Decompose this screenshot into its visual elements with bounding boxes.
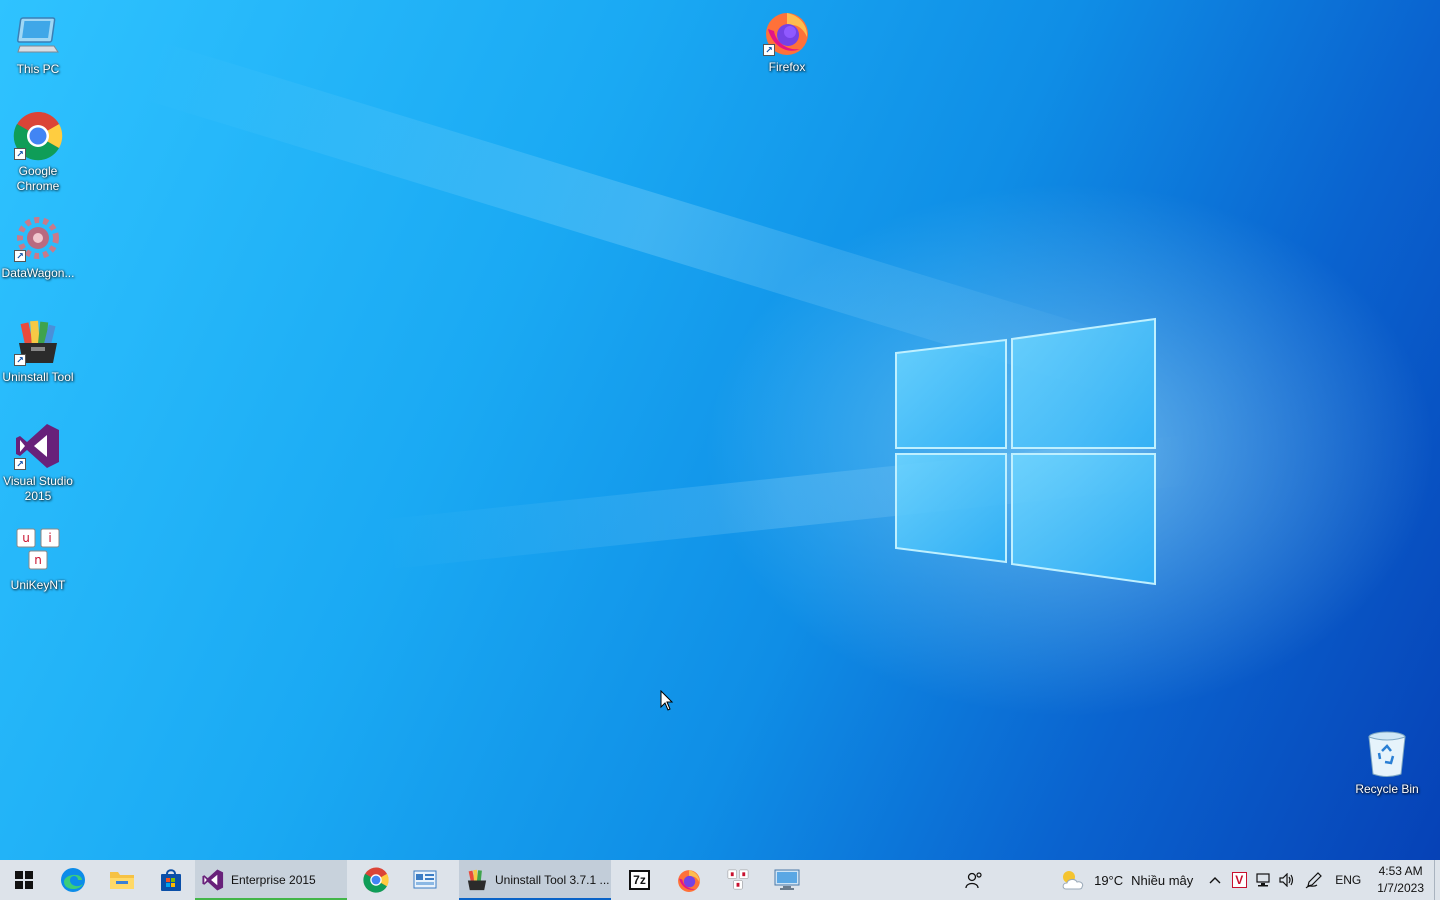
desktop-icon-unikeynt[interactable]: u i n UniKeyNT bbox=[0, 524, 76, 593]
chrome-icon: ↗ bbox=[12, 110, 64, 162]
desktop-icon-label: Recycle Bin bbox=[1355, 782, 1419, 796]
start-button[interactable] bbox=[0, 860, 48, 900]
desktop-icon-recycle-bin[interactable]: Recycle Bin bbox=[1349, 728, 1425, 797]
desktop-icon-label: DataWagon... bbox=[1, 266, 75, 280]
windows-start-icon bbox=[15, 871, 33, 889]
network-icon bbox=[1256, 873, 1270, 887]
shortcut-arrow-icon: ↗ bbox=[14, 354, 26, 366]
unikey-icon bbox=[727, 869, 748, 890]
taskbar-visual-studio-button[interactable]: Enterprise 2015 bbox=[195, 860, 347, 900]
unikey-letter: u bbox=[22, 531, 30, 545]
desktop-icon-visual-studio[interactable]: ↗ Visual Studio 2015 bbox=[0, 420, 76, 504]
control-panel-icon bbox=[413, 870, 436, 889]
unikey-tray-button[interactable]: V bbox=[1227, 860, 1251, 900]
taskbar-7zip-button[interactable]: 7z bbox=[615, 860, 664, 900]
taskbar-remote-desktop-button[interactable] bbox=[762, 860, 811, 900]
pen-workspace-button[interactable] bbox=[1299, 860, 1329, 900]
desktop-icon-label: Visual Studio 2015 bbox=[3, 474, 73, 503]
monitor-icon bbox=[774, 869, 799, 890]
gear-cluster-icon: ↗ bbox=[12, 212, 64, 264]
visual-studio-icon: ↗ bbox=[12, 420, 64, 472]
taskbar-uninstall-tool-button[interactable]: Uninstall Tool 3.7.1 ... bbox=[459, 860, 611, 900]
unikey-icon: u i n bbox=[12, 524, 64, 576]
taskbar-edge-button[interactable] bbox=[48, 860, 97, 900]
chrome-icon bbox=[362, 867, 389, 893]
show-desktop-button[interactable] bbox=[1434, 860, 1440, 900]
taskbar-file-explorer-button[interactable] bbox=[97, 860, 146, 900]
clock-button[interactable]: 4:53 AM 1/7/2023 bbox=[1367, 863, 1434, 897]
folder-icon bbox=[109, 872, 134, 889]
edge-icon bbox=[60, 868, 85, 892]
taskbar-chrome-button[interactable] bbox=[351, 860, 400, 900]
recycle-bin-icon bbox=[1361, 728, 1413, 780]
volume-button[interactable] bbox=[1275, 860, 1299, 900]
desktop-icon-google-chrome[interactable]: ↗ Google Chrome bbox=[0, 110, 76, 194]
clock-date: 1/7/2023 bbox=[1377, 881, 1424, 895]
desktop-icon-label: This PC bbox=[16, 62, 60, 76]
weather-temperature: 19°C bbox=[1094, 872, 1124, 888]
people-button[interactable] bbox=[950, 860, 998, 900]
shortcut-arrow-icon: ↗ bbox=[14, 458, 26, 470]
mouse-cursor-icon bbox=[660, 690, 674, 711]
input-language-button[interactable]: ENG bbox=[1329, 860, 1367, 900]
firefox-icon: ↗ bbox=[761, 6, 813, 58]
clock-time: 4:53 AM bbox=[1378, 864, 1423, 878]
visual-studio-icon bbox=[202, 869, 224, 891]
weather-description: Nhiều mây bbox=[1131, 872, 1194, 888]
firefox-icon bbox=[677, 870, 700, 892]
shortcut-arrow-icon: ↗ bbox=[763, 44, 775, 56]
taskbar-store-button[interactable] bbox=[146, 860, 195, 900]
shortcut-arrow-icon: ↗ bbox=[14, 250, 26, 262]
desktop-icon-label: Firefox bbox=[768, 60, 806, 74]
partly-cloudy-icon bbox=[1062, 871, 1084, 890]
desktop-icon-this-pc[interactable]: This PC bbox=[0, 8, 76, 77]
desktop-icon-label: Uninstall Tool bbox=[2, 370, 74, 384]
uninstall-box-icon: ↗ bbox=[12, 316, 64, 368]
speaker-icon bbox=[1279, 873, 1294, 887]
shortcut-arrow-icon: ↗ bbox=[14, 148, 26, 160]
taskbar: Enterprise 2015 Uninstall Tool 3.7.1 ... bbox=[0, 860, 1440, 900]
desktop-icon-label: UniKeyNT bbox=[10, 578, 66, 592]
computer-icon bbox=[12, 8, 64, 60]
weather-widget[interactable]: 19°C Nhiều mây bbox=[1056, 860, 1203, 900]
taskbar-button-label: Uninstall Tool 3.7.1 ... bbox=[495, 873, 610, 887]
desktop-icon-uninstall-tool[interactable]: ↗ Uninstall Tool bbox=[0, 316, 76, 385]
taskbar-control-panel-button[interactable] bbox=[400, 860, 449, 900]
show-hidden-icons-button[interactable] bbox=[1203, 860, 1227, 900]
desktop-icon-datawagon[interactable]: ↗ DataWagon... bbox=[0, 212, 76, 281]
uninstall-box-icon bbox=[467, 869, 487, 891]
unikey-mode-icon: V bbox=[1231, 872, 1247, 888]
desktop-icon-label: Google Chrome bbox=[16, 164, 60, 193]
unikey-letter: n bbox=[34, 553, 42, 567]
taskbar-firefox-button[interactable] bbox=[664, 860, 713, 900]
store-icon bbox=[160, 869, 181, 891]
desktop-icon-firefox[interactable]: ↗ Firefox bbox=[749, 6, 825, 75]
network-button[interactable] bbox=[1251, 860, 1275, 900]
7zip-icon: 7z bbox=[629, 870, 650, 890]
windows-wallpaper-logo bbox=[895, 317, 1156, 586]
pen-icon bbox=[1305, 872, 1323, 889]
unikey-letter: i bbox=[48, 531, 51, 545]
system-tray: 19°C Nhiều mây V ENG 4:53 AM 1/7/2023 bbox=[950, 860, 1440, 900]
people-icon bbox=[965, 872, 982, 889]
taskbar-button-label: Enterprise 2015 bbox=[231, 873, 316, 887]
chevron-up-icon bbox=[1209, 877, 1221, 884]
desktop[interactable]: This PC ↗ Google Chrome ↗ DataWagon... ↗… bbox=[0, 0, 1440, 860]
taskbar-unikey-button[interactable] bbox=[713, 860, 762, 900]
